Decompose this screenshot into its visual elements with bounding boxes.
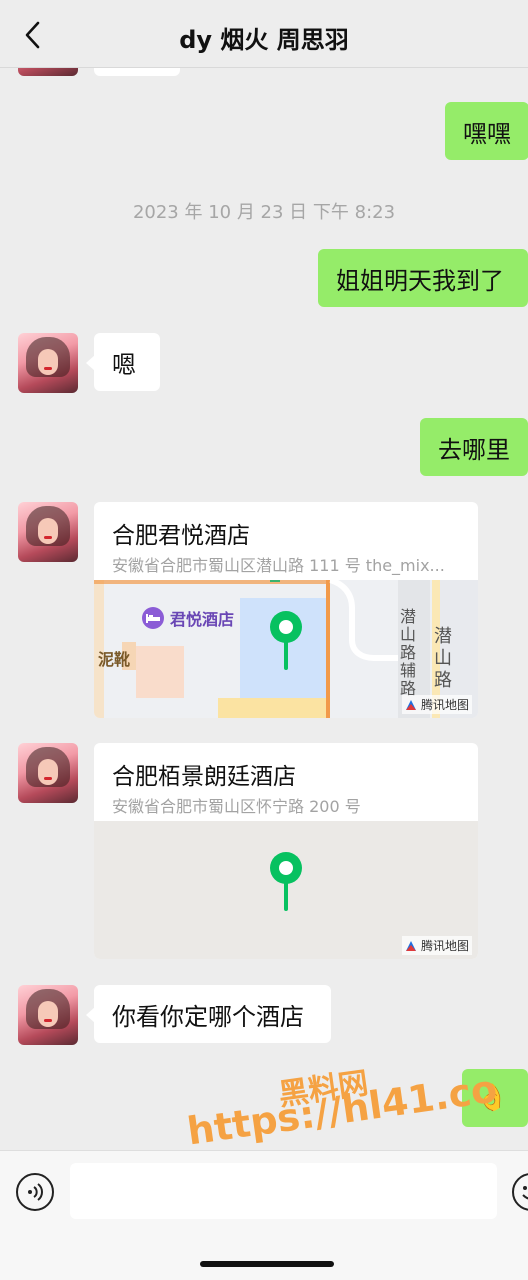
- poi-label: 君悦酒店: [170, 610, 235, 629]
- map-preview[interactable]: 腾讯地图: [94, 821, 478, 959]
- location-name: 合肥栢景朗廷酒店: [112, 764, 296, 790]
- location-card[interactable]: 合肥栢景朗廷酒店 安徽省合肥市蜀山区怀宁路 200 号 腾讯地图: [94, 743, 478, 959]
- credit-text: 腾讯地图: [420, 698, 469, 712]
- message-text: 嗯: [112, 350, 136, 379]
- map-preview[interactable]: 君悦酒店 泥靴 潜山路辅路 潜山路 腾讯地图: [94, 577, 478, 718]
- avatar[interactable]: [18, 985, 78, 1045]
- voice-button[interactable]: [16, 1173, 54, 1211]
- map-pin-icon: [270, 852, 302, 911]
- emoji-button[interactable]: [512, 1173, 528, 1211]
- avatar[interactable]: [18, 502, 78, 562]
- map-logo-icon: [405, 699, 416, 710]
- message-bubble-received[interactable]: 你看你定哪个酒店: [86, 985, 331, 1043]
- message-bubble-sent[interactable]: 姐姐明天我到了: [318, 249, 528, 307]
- road-label: 潜山路: [434, 626, 452, 691]
- chat-header: dy 烟火 周思羽: [0, 0, 528, 68]
- credit-text: 腾讯地图: [420, 939, 469, 953]
- map-credit: 腾讯地图: [401, 695, 472, 714]
- map-credit: 腾讯地图: [401, 936, 472, 955]
- emoji-icon: [522, 1186, 528, 1200]
- map-pin-icon: [270, 611, 302, 670]
- message-bubble-received[interactable]: 嗯: [86, 333, 160, 391]
- road-label: 潜山路辅路: [400, 607, 417, 698]
- message-bubble-sent[interactable]: 嘿嘿: [445, 102, 528, 160]
- timestamp: 2023 年 10 月 23 日 下午 8:23: [132, 202, 396, 223]
- map-logo-icon: [405, 940, 416, 951]
- message-text: 去哪里: [438, 435, 510, 464]
- message-text: 姐姐明天我到了: [336, 266, 504, 295]
- message-bubble-sent[interactable]: 去哪里: [420, 418, 528, 476]
- home-indicator: [200, 1261, 334, 1267]
- bed-icon: [142, 607, 164, 629]
- location-card[interactable]: 合肥君悦酒店 安徽省合肥市蜀山区潜山路 111 号 the_mix... 君悦酒…: [94, 502, 478, 718]
- message-text: 嘿嘿: [463, 119, 511, 148]
- input-bar: [0, 1150, 528, 1280]
- location-name: 合肥君悦酒店: [112, 523, 250, 549]
- message-input[interactable]: [70, 1163, 497, 1219]
- message-text: 你看你定哪个酒店: [112, 1002, 304, 1031]
- place-label: 泥靴: [98, 650, 131, 669]
- voice-icon: [28, 1183, 43, 1201]
- chat-title: dy 烟火 周思羽: [179, 26, 349, 54]
- location-address: 安徽省合肥市蜀山区怀宁路 200 号: [112, 797, 361, 816]
- avatar[interactable]: [18, 333, 78, 393]
- avatar[interactable]: [18, 743, 78, 803]
- hotel-poi[interactable]: 君悦酒店: [142, 606, 234, 630]
- location-address: 安徽省合肥市蜀山区潜山路 111 号 the_mix...: [112, 556, 445, 575]
